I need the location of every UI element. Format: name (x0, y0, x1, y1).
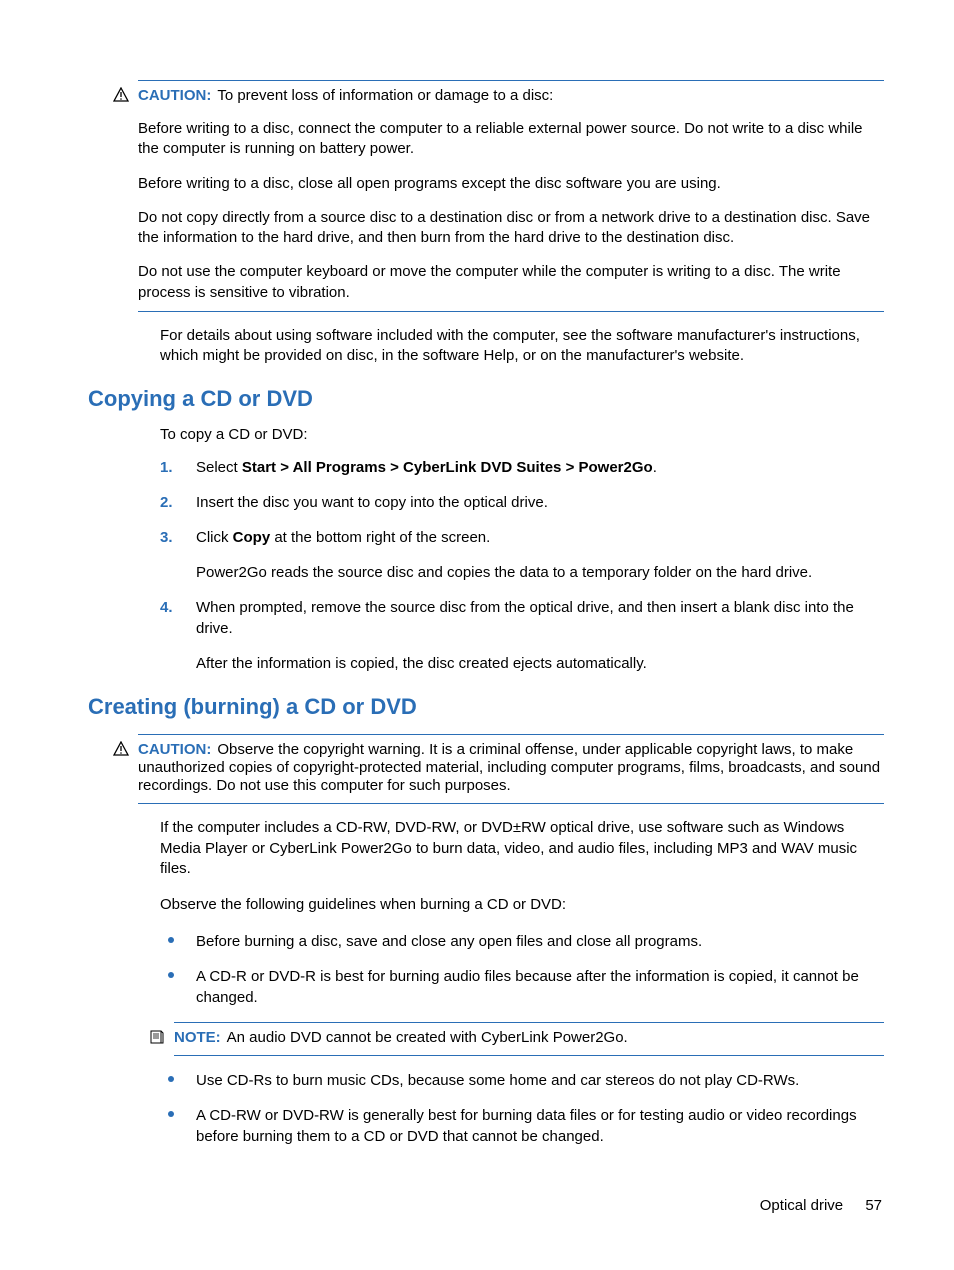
list-text: Before burning a disc, save and close an… (196, 933, 702, 950)
bullet-icon (168, 1076, 174, 1082)
list-item: A CD-R or DVD-R is best for burning audi… (160, 966, 884, 1008)
step-subtext: After the information is copied, the dis… (196, 653, 884, 674)
step-item: 1. Select Start > All Programs > CyberLi… (160, 457, 884, 478)
step-number: 2. (160, 492, 173, 513)
caution-label: CAUTION: (138, 741, 211, 758)
caution-para: Before writing to a disc, connect the co… (138, 119, 884, 160)
step-text-pre: Click (196, 529, 233, 546)
caution-lead: To prevent loss of information or damage… (217, 87, 553, 104)
guidelines-list: Before burning a disc, save and close an… (160, 931, 884, 1008)
list-text: A CD-R or DVD-R is best for burning audi… (196, 968, 859, 1006)
step-item: 4. When prompted, remove the source disc… (160, 597, 884, 674)
step-number: 3. (160, 527, 173, 548)
page-footer: Optical drive 57 (760, 1197, 882, 1214)
body-paragraph: Observe the following guidelines when bu… (160, 895, 884, 915)
section-heading-copying: Copying a CD or DVD (88, 386, 884, 412)
list-item: Before burning a disc, save and close an… (160, 931, 884, 952)
step-text-post: . (653, 459, 657, 476)
list-text: A CD-RW or DVD-RW is generally best for … (196, 1107, 857, 1145)
caution-callout: CAUTION:Observe the copyright warning. I… (138, 734, 884, 804)
step-item: 3. Click Copy at the bottom right of the… (160, 527, 884, 583)
section-intro: To copy a CD or DVD: (160, 426, 884, 443)
list-item: A CD-RW or DVD-RW is generally best for … (160, 1105, 884, 1147)
step-item: 2. Insert the disc you want to copy into… (160, 492, 884, 513)
bullet-icon (168, 1111, 174, 1117)
step-number: 1. (160, 457, 173, 478)
body-paragraph: For details about using software include… (160, 326, 884, 367)
step-text: When prompted, remove the source disc fr… (196, 599, 854, 637)
list-item: Use CD-Rs to burn music CDs, because som… (160, 1070, 884, 1091)
note-label: NOTE: (174, 1029, 221, 1046)
body-paragraph: If the computer includes a CD-RW, DVD-RW… (160, 818, 884, 879)
caution-para: Do not copy directly from a source disc … (138, 208, 884, 249)
caution-label: CAUTION: (138, 87, 211, 104)
step-text-bold: Start > All Programs > CyberLink DVD Sui… (242, 459, 653, 476)
caution-icon (113, 87, 129, 103)
step-subtext: Power2Go reads the source disc and copie… (196, 562, 884, 583)
step-text: Insert the disc you want to copy into th… (196, 494, 548, 511)
caution-para: Do not use the computer keyboard or move… (138, 262, 884, 303)
caution-para: Before writing to a disc, close all open… (138, 174, 884, 194)
guidelines-list-2: Use CD-Rs to burn music CDs, because som… (160, 1070, 884, 1147)
list-text: Use CD-Rs to burn music CDs, because som… (196, 1072, 799, 1089)
step-text-bold: Copy (233, 529, 271, 546)
caution-callout: CAUTION: To prevent loss of information o… (138, 80, 884, 312)
step-number: 4. (160, 597, 173, 618)
caution-text: Observe the copyright warning. It is a c… (138, 741, 880, 794)
step-text-pre: Select (196, 459, 242, 476)
step-text-post: at the bottom right of the screen. (270, 529, 490, 546)
note-icon (149, 1029, 165, 1045)
section-heading-burning: Creating (burning) a CD or DVD (88, 694, 884, 720)
bullet-icon (168, 972, 174, 978)
footer-section: Optical drive (760, 1197, 843, 1214)
note-text: An audio DVD cannot be created with Cybe… (227, 1029, 628, 1046)
caution-icon (113, 741, 129, 757)
footer-page-number: 57 (865, 1197, 882, 1214)
note-callout: NOTE: An audio DVD cannot be created with… (174, 1022, 884, 1056)
copy-steps: 1. Select Start > All Programs > CyberLi… (160, 457, 884, 674)
bullet-icon (168, 937, 174, 943)
document-page: CAUTION: To prevent loss of information o… (0, 0, 954, 1270)
